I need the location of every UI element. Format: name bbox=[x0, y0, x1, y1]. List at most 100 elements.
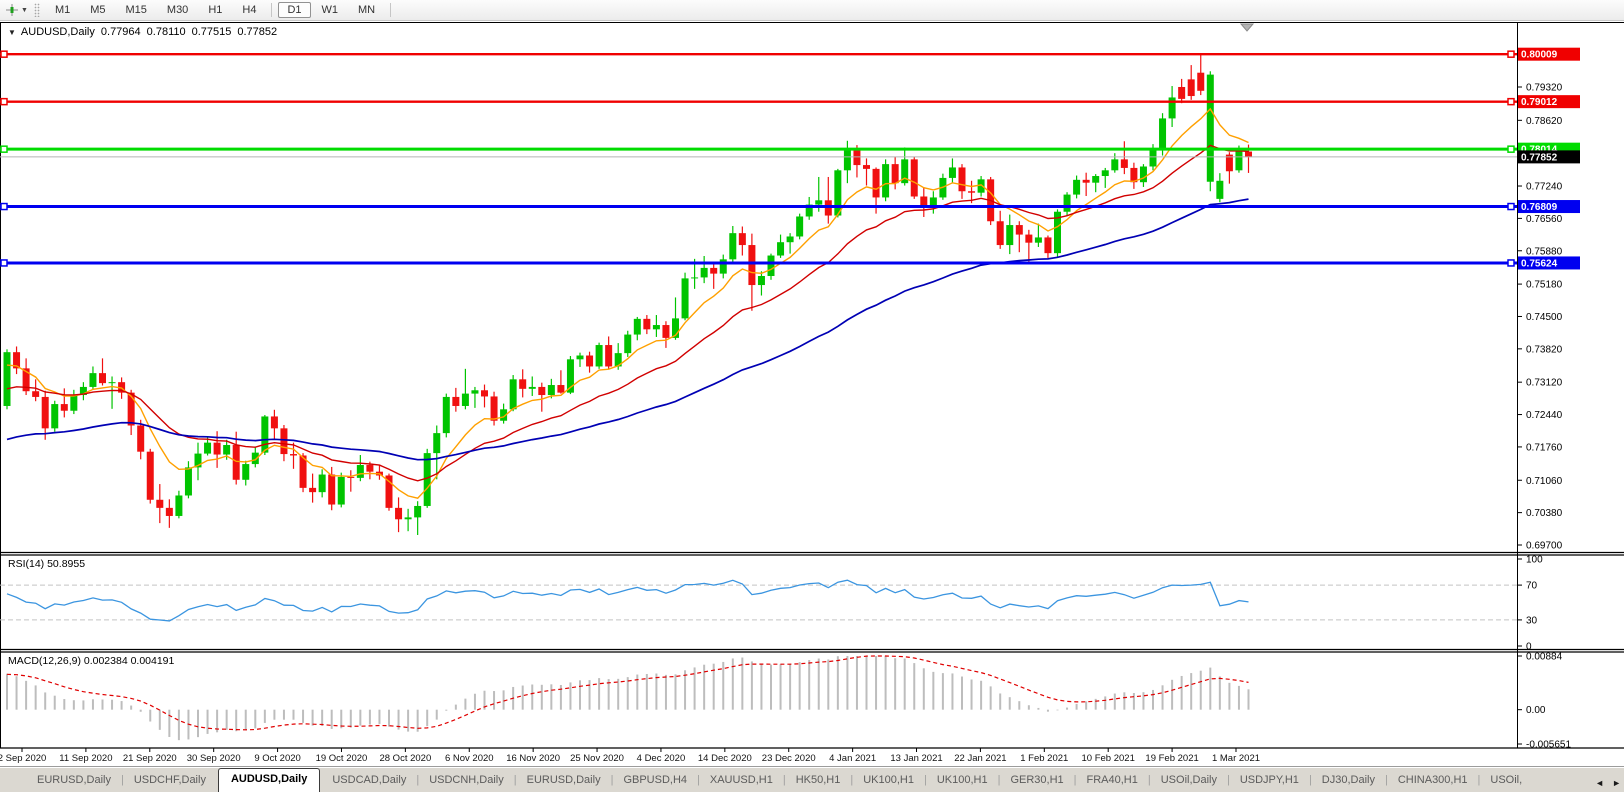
tab-eurusd-daily-5[interactable]: EURUSD,Daily bbox=[518, 770, 610, 792]
svg-text:0.77852: 0.77852 bbox=[1521, 152, 1558, 163]
tabs-scroll-right-button[interactable]: ► bbox=[1612, 778, 1621, 788]
svg-text:0.74500: 0.74500 bbox=[1526, 312, 1563, 323]
tab-xauusd-h1-7[interactable]: XAUUSD,H1 bbox=[701, 770, 782, 792]
tab-ger30-h1-11[interactable]: GER30,H1 bbox=[1001, 770, 1072, 792]
ohlc-close: 0.77852 bbox=[237, 26, 277, 38]
svg-text:0.77240: 0.77240 bbox=[1526, 182, 1563, 193]
ohlc-low: 0.77515 bbox=[192, 26, 232, 38]
svg-text:30: 30 bbox=[1526, 615, 1538, 626]
symbol-tabs: EURUSD,Daily|USDCHF,DailyAUDUSD,DailyUSD… bbox=[0, 767, 1578, 792]
timeframe-button-M5[interactable]: M5 bbox=[81, 2, 114, 18]
chart-header[interactable]: ▼ AUDUSD,Daily 0.77964 0.78110 0.77515 0… bbox=[8, 26, 277, 38]
pane-borders bbox=[0, 22, 1624, 748]
tab-audusd-daily-2[interactable]: AUDUSD,Daily bbox=[218, 768, 320, 792]
tab-gbpusd-h4-6[interactable]: GBPUSD,H4 bbox=[614, 770, 696, 792]
svg-text:6 Nov 2020: 6 Nov 2020 bbox=[445, 753, 494, 764]
timeframe-button-M30[interactable]: M30 bbox=[158, 2, 197, 18]
macd-pane: 0.00884 0.00 -0.005651 bbox=[7, 652, 1571, 751]
rsi-indicator-label: RSI(14) 50.8955 bbox=[8, 558, 85, 570]
svg-text:19 Oct 2020: 19 Oct 2020 bbox=[316, 753, 368, 764]
svg-text:4 Jan 2021: 4 Jan 2021 bbox=[829, 753, 876, 764]
svg-text:0.79320: 0.79320 bbox=[1526, 82, 1563, 93]
macd-indicator-label: MACD(12,26,9) 0.002384 0.004191 bbox=[8, 655, 174, 667]
svg-text:23 Dec 2020: 23 Dec 2020 bbox=[762, 753, 816, 764]
tab-dj30-daily-15[interactable]: DJ30,Daily bbox=[1313, 770, 1384, 792]
candlestick-layer bbox=[4, 54, 1253, 535]
ma-line-medium bbox=[7, 145, 1249, 480]
chevron-down-icon: ▼ bbox=[21, 7, 28, 14]
svg-text:0.79012: 0.79012 bbox=[1521, 97, 1558, 108]
svg-text:100: 100 bbox=[1526, 555, 1543, 566]
svg-text:0.00: 0.00 bbox=[1526, 705, 1546, 716]
svg-text:19 Feb 2021: 19 Feb 2021 bbox=[1145, 753, 1198, 764]
timeframe-button-H4[interactable]: H4 bbox=[233, 2, 265, 18]
svg-text:28 Oct 2020: 28 Oct 2020 bbox=[379, 753, 431, 764]
tab-usdcad-daily-3[interactable]: USDCAD,Daily bbox=[323, 770, 415, 792]
timeframe-button-MN[interactable]: MN bbox=[349, 2, 384, 18]
svg-text:4 Dec 2020: 4 Dec 2020 bbox=[637, 753, 686, 764]
timeframe-button-W1[interactable]: W1 bbox=[313, 2, 348, 18]
tab-eurusd-daily-0[interactable]: EURUSD,Daily bbox=[28, 770, 120, 792]
symbol-title: AUDUSD,Daily bbox=[21, 26, 95, 38]
collapse-icon[interactable]: ▼ bbox=[8, 28, 16, 37]
toolbar-grip[interactable] bbox=[34, 3, 40, 17]
svg-text:0.69700: 0.69700 bbox=[1526, 541, 1563, 552]
tab-fra40-h1-12[interactable]: FRA40,H1 bbox=[1078, 770, 1147, 792]
svg-text:22 Jan 2021: 22 Jan 2021 bbox=[954, 753, 1006, 764]
rsi-pane: 10070300 bbox=[0, 555, 1543, 653]
svg-text:0.75880: 0.75880 bbox=[1526, 246, 1563, 257]
ohlc-open: 0.77964 bbox=[101, 26, 141, 38]
tabs-scroll-left-button[interactable]: ◄ bbox=[1595, 778, 1604, 788]
svg-text:25 Nov 2020: 25 Nov 2020 bbox=[570, 753, 624, 764]
svg-text:0.73120: 0.73120 bbox=[1526, 378, 1563, 389]
svg-text:14 Dec 2020: 14 Dec 2020 bbox=[698, 753, 752, 764]
svg-text:0.72440: 0.72440 bbox=[1526, 410, 1563, 421]
top-toolbar: ▼ M1M5M15M30H1H4 D1W1MN bbox=[0, 0, 1624, 21]
svg-text:0.78620: 0.78620 bbox=[1526, 116, 1563, 127]
ma-line-slow bbox=[7, 199, 1249, 460]
svg-text:70: 70 bbox=[1526, 581, 1538, 592]
svg-text:11 Sep 2020: 11 Sep 2020 bbox=[59, 753, 112, 764]
main-chart-svg[interactable]: 0.800090.790120.780140.768090.756240.778… bbox=[0, 0, 1624, 792]
timeframe-button-H1[interactable]: H1 bbox=[199, 2, 231, 18]
svg-text:9 Oct 2020: 9 Oct 2020 bbox=[254, 753, 300, 764]
svg-text:0.73820: 0.73820 bbox=[1526, 344, 1563, 355]
svg-text:21 Sep 2020: 21 Sep 2020 bbox=[123, 753, 177, 764]
svg-text:0.71760: 0.71760 bbox=[1526, 442, 1563, 453]
svg-text:1 Feb 2021: 1 Feb 2021 bbox=[1020, 753, 1068, 764]
svg-text:1 Mar 2021: 1 Mar 2021 bbox=[1212, 753, 1260, 764]
tab-hk50-h1-8[interactable]: HK50,H1 bbox=[787, 770, 850, 792]
chart-cursor-icon bbox=[5, 3, 19, 17]
timeframe-button-M15[interactable]: M15 bbox=[117, 2, 156, 18]
timeframe-button-M1[interactable]: M1 bbox=[46, 2, 79, 18]
ohlc-high: 0.78110 bbox=[147, 26, 186, 38]
svg-text:0.00884: 0.00884 bbox=[1526, 652, 1563, 663]
ma-line-fast bbox=[7, 109, 1249, 498]
symbol-tabbar: EURUSD,Daily|USDCHF,DailyAUDUSD,DailyUSD… bbox=[0, 766, 1624, 792]
tab-usoil--17[interactable]: USOil, bbox=[1481, 770, 1531, 792]
svg-text:16 Nov 2020: 16 Nov 2020 bbox=[506, 753, 560, 764]
svg-text:0.76560: 0.76560 bbox=[1526, 214, 1563, 225]
tab-usdchf-daily-1[interactable]: USDCHF,Daily bbox=[125, 770, 215, 792]
timeframe-button-D1[interactable]: D1 bbox=[278, 2, 310, 18]
tab-china300-h1-16[interactable]: CHINA300,H1 bbox=[1389, 770, 1477, 792]
svg-text:13 Jan 2021: 13 Jan 2021 bbox=[890, 753, 942, 764]
svg-text:2 Sep 2020: 2 Sep 2020 bbox=[0, 753, 46, 764]
svg-text:0.70380: 0.70380 bbox=[1526, 508, 1563, 519]
tab-uk100-h1-10[interactable]: UK100,H1 bbox=[928, 770, 997, 792]
timeframe-buttons: M1M5M15M30H1H4 D1W1MN bbox=[45, 2, 396, 18]
svg-text:0.71060: 0.71060 bbox=[1526, 476, 1563, 487]
date-axis[interactable]: 2 Sep 2020 11 Sep 2020 21 Sep 2020 30 Sep 2… bbox=[0, 748, 1260, 764]
svg-text:0.76809: 0.76809 bbox=[1521, 202, 1558, 213]
tab-usoil-daily-13[interactable]: USOil,Daily bbox=[1152, 770, 1226, 792]
tab-usdcnh-daily-4[interactable]: USDCNH,Daily bbox=[420, 770, 513, 792]
shift-end-marker[interactable] bbox=[1241, 24, 1253, 31]
svg-text:-0.005651: -0.005651 bbox=[1526, 740, 1571, 751]
toolbar-separator bbox=[271, 3, 272, 17]
moving-average-lines bbox=[7, 109, 1249, 498]
tab-uk100-h1-9[interactable]: UK100,H1 bbox=[854, 770, 923, 792]
svg-text:30 Sep 2020: 30 Sep 2020 bbox=[187, 753, 241, 764]
rsi-line bbox=[7, 580, 1249, 621]
tab-usdjpy-h1-14[interactable]: USDJPY,H1 bbox=[1231, 770, 1308, 792]
chart-cursor-tool[interactable]: ▼ bbox=[0, 3, 31, 17]
